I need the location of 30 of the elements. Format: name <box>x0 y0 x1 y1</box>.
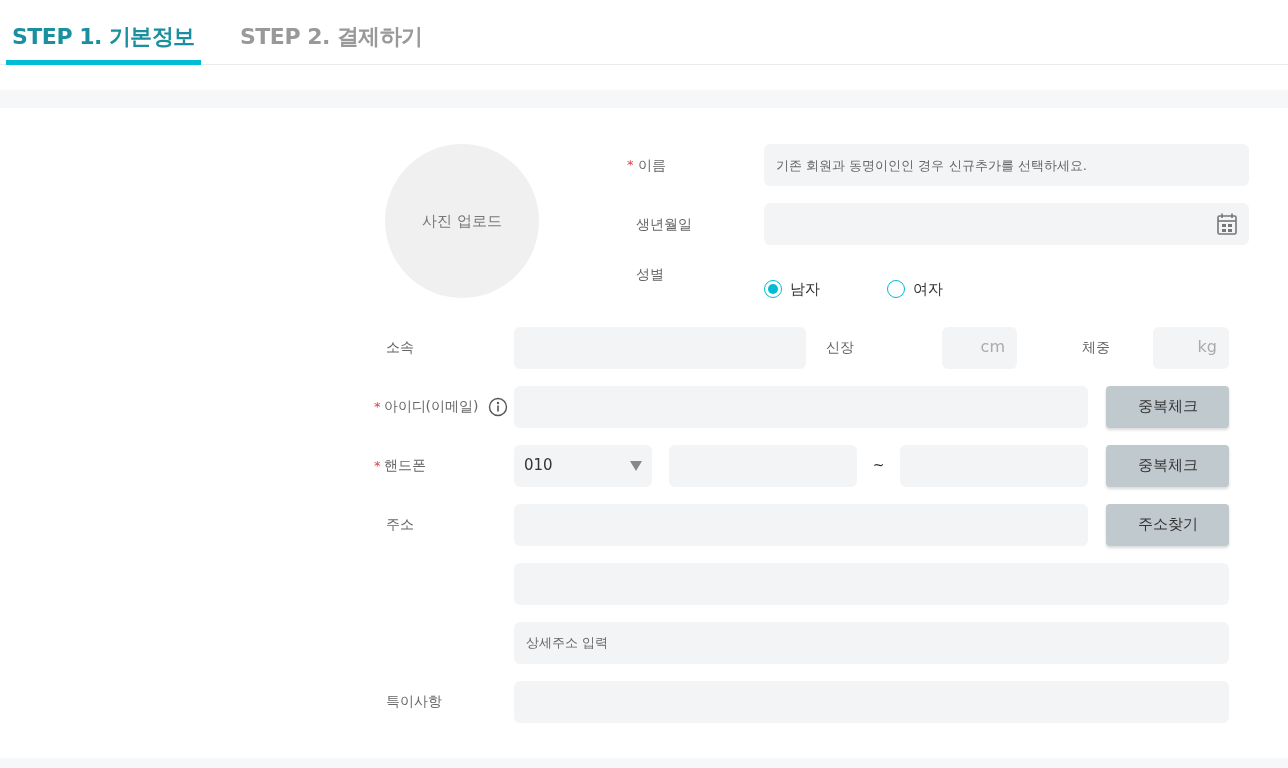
name-field[interactable]: 기존 회원과 동명이인인 경우 신규추가를 선택하세요. <box>764 144 1249 186</box>
duplicate-check-button[interactable]: 중복체크 <box>1106 385 1229 428</box>
field-label: 신장 <box>826 338 855 357</box>
field-label: 체중 <box>1082 338 1111 357</box>
height-field[interactable]: cm <box>942 326 1017 369</box>
calendar-icon[interactable] <box>1217 213 1237 235</box>
weight-field[interactable]: kg <box>1153 326 1229 369</box>
field-label: 특이사항 <box>386 692 442 711</box>
field-label: 아이디(이메일) <box>383 397 479 416</box>
field-label: 주소 <box>386 515 414 534</box>
caret-icon <box>630 460 642 471</box>
required-mark: * <box>627 155 634 174</box>
date-field[interactable] <box>764 203 1249 245</box>
radio-label: 여자 <box>913 279 943 300</box>
separator: ~ <box>871 456 886 475</box>
field-label: 소속 <box>386 338 414 357</box>
field-label: 성별 <box>636 265 664 284</box>
field-label: 이름 <box>637 155 666 175</box>
required-mark: * <box>374 456 381 475</box>
field-label: 생년월일 <box>636 214 692 234</box>
photo-upload[interactable]: 사진 업로드 <box>385 144 539 298</box>
phone-prefix-select[interactable]: 010 <box>514 444 652 487</box>
required-mark: * <box>374 397 381 416</box>
duplicate-check-button[interactable]: 중복체크 <box>1106 444 1229 487</box>
step-tab[interactable]: STEP 1. 기본정보 <box>6 19 201 65</box>
radio-label: 남자 <box>790 279 820 300</box>
field-label: 핸드폰 <box>383 456 426 475</box>
address-search-button[interactable]: 주소찾기 <box>1106 503 1229 546</box>
detail-address-field[interactable]: 상세주소 입력 <box>514 621 1229 664</box>
info-icon[interactable] <box>488 396 509 417</box>
